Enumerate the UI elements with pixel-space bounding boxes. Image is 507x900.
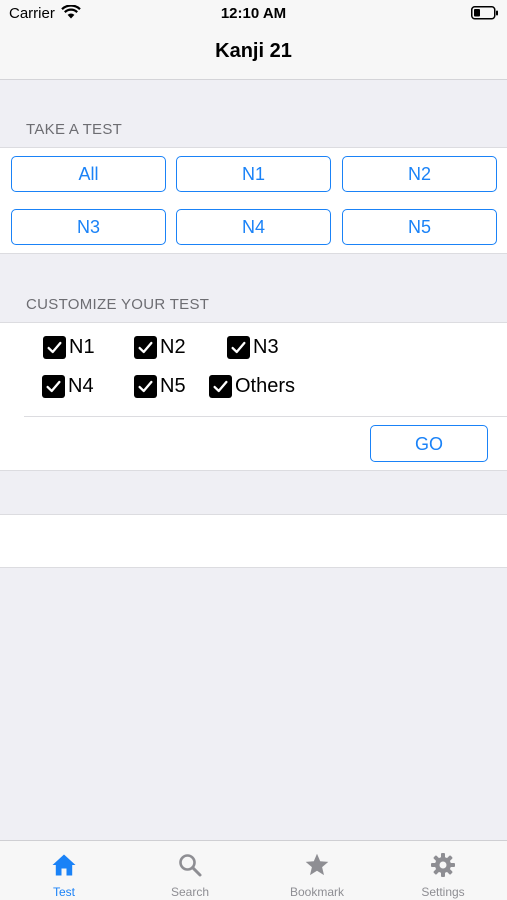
checkmark-icon [134,335,157,359]
go-button[interactable]: GO [370,425,488,462]
star-icon [305,853,329,876]
tab-bar: Test Search Bookmark Settings [0,840,507,900]
page-title: Kanji 21 [215,40,292,62]
test-n3-button[interactable]: N3 [11,209,166,245]
checkmark-icon [209,374,232,398]
tab-label: Settings [421,885,465,899]
clock: 12:10 AM [220,5,287,22]
test-n4-button[interactable]: N4 [176,209,331,245]
test-n2-button[interactable]: N2 [342,156,497,192]
checkbox-n2[interactable]: N2 [134,334,186,360]
checkmark-icon [227,335,250,359]
tab-bookmark[interactable]: Bookmark [254,841,380,900]
checkbox-label: N4 [68,374,94,397]
checkbox-n3[interactable]: N3 [227,334,279,360]
checkbox-label: N3 [253,335,279,358]
test-all-button[interactable]: All [11,156,166,192]
top-bar: Carrier 12:10 AM Kanji 21 [0,0,507,80]
checkbox-n1[interactable]: N1 [43,334,95,360]
customize-header: CUSTOMIZE YOUR TEST [26,296,210,313]
checkmark-icon [42,374,65,398]
checkbox-label: N2 [160,335,186,358]
checkbox-others[interactable]: Others [209,373,295,399]
take-test-header: TAKE A TEST [26,121,123,138]
checkbox-label: N1 [69,335,95,358]
status-bar: Carrier 12:10 AM [0,0,507,28]
tab-search[interactable]: Search [127,841,253,900]
home-icon [52,854,76,876]
test-n5-button[interactable]: N5 [342,209,497,245]
screen: Carrier 12:10 AM Kanji 21 TAKE A TEST Al… [0,0,507,900]
tab-label: Search [170,885,210,899]
take-test-panel: All N1 N2 N3 N4 N5 [0,147,507,254]
divider [24,416,507,417]
checkbox-n4[interactable]: N4 [42,373,94,399]
empty-row [0,514,507,568]
checkbox-label: N5 [160,374,186,397]
checkbox-label: Others [235,374,296,397]
search-icon [179,854,202,877]
tab-label: Bookmark [289,885,345,899]
checkmark-icon [43,335,66,359]
checkmark-icon [134,374,157,398]
gear-icon [431,853,455,877]
test-n1-button[interactable]: N1 [176,156,331,192]
tab-label: Test [52,885,75,899]
tab-settings[interactable]: Settings [380,841,506,900]
battery-icon [471,6,498,20]
tab-test[interactable]: Test [1,841,127,900]
checkbox-n5[interactable]: N5 [134,373,186,399]
